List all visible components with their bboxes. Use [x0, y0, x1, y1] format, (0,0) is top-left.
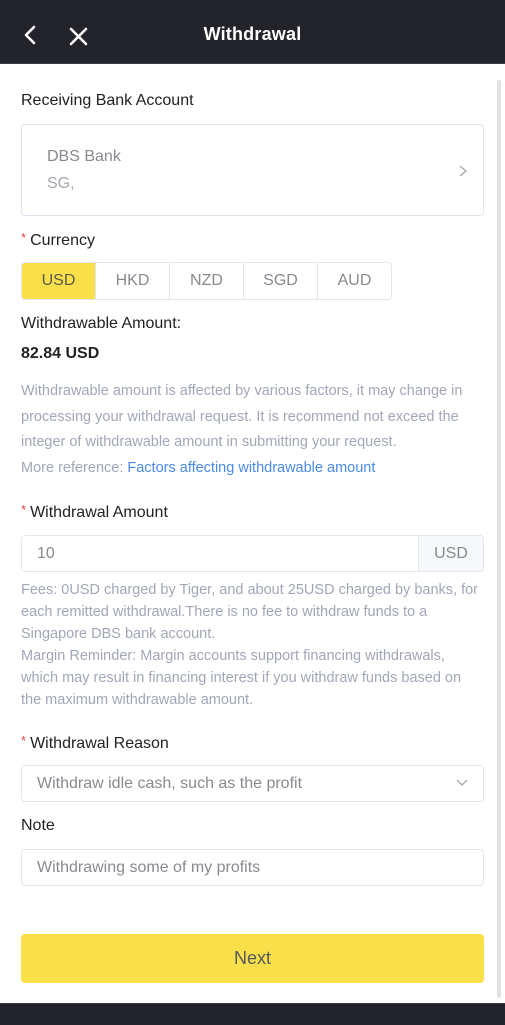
currency-option-sgd[interactable]: SGD — [243, 263, 317, 299]
withdrawal-amount-input[interactable] — [22, 536, 418, 571]
withdrawable-amount-label: Withdrawable Amount: — [21, 315, 182, 332]
fees-text: Fees: 0USD charged by Tiger, and about 2… — [21, 582, 479, 642]
withdrawable-amount-value: 82.84 USD — [21, 345, 100, 362]
chevron-right-icon — [459, 165, 468, 177]
withdrawable-hint: Withdrawable amount is affected by vario… — [21, 383, 463, 476]
chevron-down-icon — [456, 779, 468, 786]
required-mark: * — [21, 502, 27, 517]
currency-option-hkd[interactable]: HKD — [95, 263, 169, 299]
currency-selector: USD HKD NZD SGD AUD — [21, 262, 392, 300]
withdrawal-amount-field: USD — [21, 535, 484, 572]
next-button[interactable]: Next — [21, 934, 484, 983]
note-field — [21, 849, 484, 886]
currency-option-usd[interactable]: USD — [22, 263, 95, 299]
scrollbar[interactable] — [497, 80, 501, 998]
note-label: Note — [21, 817, 55, 834]
bank-country: SG, — [47, 175, 75, 192]
amount-currency-suffix: USD — [418, 536, 483, 571]
fees-info: Fees: 0USD charged by Tiger, and about 2… — [21, 579, 484, 711]
currency-label: * Currency — [21, 230, 95, 249]
currency-option-nzd[interactable]: NZD — [169, 263, 243, 299]
bank-name: DBS Bank — [47, 148, 121, 165]
bottom-bar — [0, 1003, 505, 1025]
factors-link[interactable]: Factors affecting withdrawable amount — [127, 460, 375, 476]
withdrawal-reason-label: * Withdrawal Reason — [21, 733, 169, 752]
required-mark: * — [21, 733, 27, 748]
receiving-bank-label: Receiving Bank Account — [21, 92, 194, 109]
withdrawal-reason-select[interactable]: Withdraw idle cash, such as the profit — [21, 765, 484, 802]
page-title: Withdrawal — [203, 24, 302, 44]
note-input[interactable] — [22, 850, 483, 885]
bank-account-selector[interactable]: DBS Bank SG, — [21, 124, 484, 216]
withdrawal-reason-value: Withdraw idle cash, such as the profit — [37, 775, 303, 792]
withdrawal-amount-label: * Withdrawal Amount — [21, 502, 168, 521]
required-mark: * — [21, 230, 27, 245]
top-navigation-bar: Withdrawal — [0, 0, 505, 64]
currency-option-aud[interactable]: AUD — [317, 263, 391, 299]
margin-reminder-text: Margin Reminder: Margin accounts support… — [21, 648, 462, 708]
